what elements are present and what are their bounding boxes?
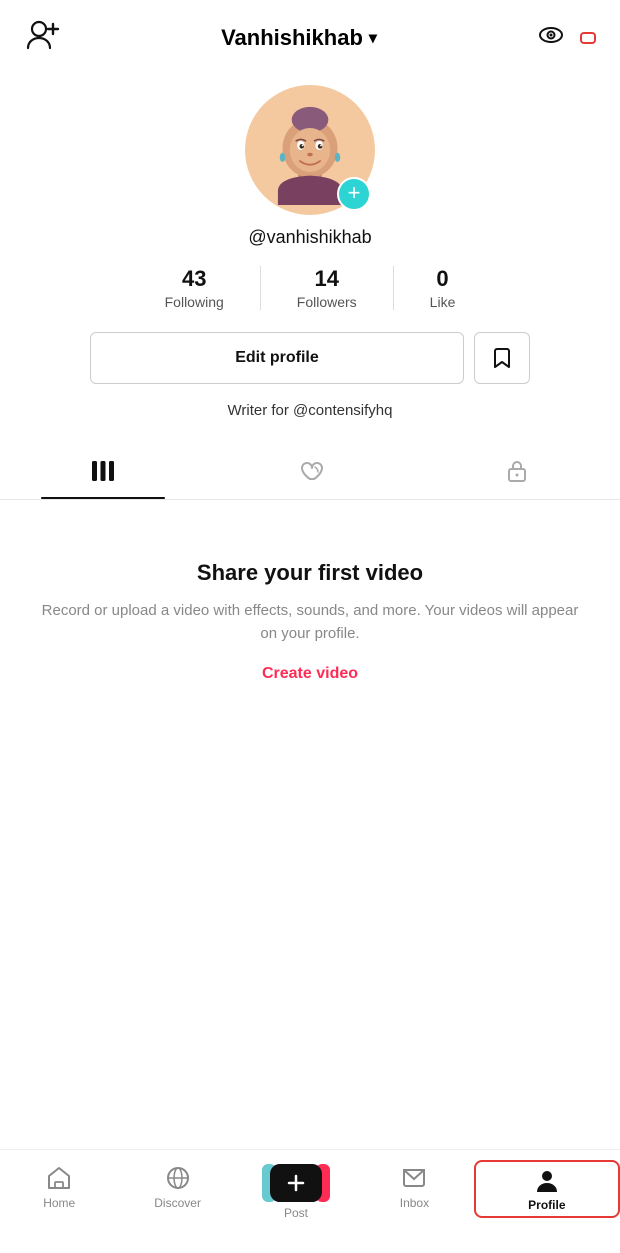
profile-label: Profile xyxy=(528,1198,565,1212)
nav-inbox[interactable]: Inbox xyxy=(355,1160,473,1210)
likes-label: Like xyxy=(430,294,456,310)
followers-label: Followers xyxy=(297,294,357,310)
followers-count: 14 xyxy=(314,266,338,292)
following-count: 43 xyxy=(182,266,206,292)
nav-profile[interactable]: Profile xyxy=(474,1160,620,1218)
avatar-container: + xyxy=(245,85,375,215)
header: Vanhishikhab ▾ xyxy=(0,0,620,75)
plus-icon: + xyxy=(348,182,361,204)
discover-label: Discover xyxy=(154,1196,201,1210)
bookmark-icon xyxy=(490,346,514,370)
nav-post[interactable]: Post xyxy=(237,1160,355,1220)
username-title: Vanhishikhab xyxy=(221,25,363,51)
videos-icon xyxy=(89,457,117,485)
following-stat[interactable]: 43 Following xyxy=(129,266,261,310)
empty-state: Share your first video Record or upload … xyxy=(0,500,620,683)
likes-stat[interactable]: 0 Like xyxy=(394,266,492,310)
post-button[interactable] xyxy=(270,1164,322,1202)
bio: Writer for @contensifyhq xyxy=(227,402,392,419)
following-label: Following xyxy=(165,294,224,310)
profile-section: + @vanhishikhab 43 Following 14 Follower… xyxy=(0,75,620,441)
header-title[interactable]: Vanhishikhab ▾ xyxy=(221,25,377,51)
profile-icon xyxy=(533,1166,561,1194)
empty-description: Record or upload a video with effects, s… xyxy=(40,600,580,645)
post-label: Post xyxy=(284,1206,308,1220)
tab-private[interactable] xyxy=(413,441,620,499)
tab-liked[interactable] xyxy=(207,441,414,499)
tabs-row xyxy=(0,441,620,500)
nav-home[interactable]: Home xyxy=(0,1160,118,1210)
likes-count: 0 xyxy=(436,266,448,292)
avatar-plus-button[interactable]: + xyxy=(337,177,371,211)
action-row: Edit profile xyxy=(90,332,530,384)
empty-title: Share your first video xyxy=(197,560,423,586)
home-icon xyxy=(45,1164,73,1192)
followers-stat[interactable]: 14 Followers xyxy=(261,266,394,310)
header-left xyxy=(24,16,62,59)
menu-button[interactable] xyxy=(580,32,596,44)
inbox-icon xyxy=(400,1164,428,1192)
home-label: Home xyxy=(43,1196,75,1210)
eye-icon[interactable] xyxy=(536,20,566,55)
stats-row: 43 Following 14 Followers 0 Like xyxy=(129,266,492,310)
chevron-icon: ▾ xyxy=(369,28,377,48)
create-video-link[interactable]: Create video xyxy=(262,665,358,683)
profile-username: @vanhishikhab xyxy=(248,227,371,248)
post-plus-icon xyxy=(285,1172,307,1194)
nav-discover[interactable]: Discover xyxy=(118,1160,236,1210)
add-user-icon[interactable] xyxy=(24,16,62,59)
lock-icon xyxy=(503,457,531,485)
tab-videos[interactable] xyxy=(0,441,207,499)
inbox-label: Inbox xyxy=(400,1196,429,1210)
liked-icon xyxy=(296,457,324,485)
header-right xyxy=(536,20,596,55)
bottom-nav: Home Discover Post Inbox xyxy=(0,1149,620,1253)
edit-profile-button[interactable]: Edit profile xyxy=(90,332,464,384)
bookmark-button[interactable] xyxy=(474,332,530,384)
discover-icon xyxy=(164,1164,192,1192)
